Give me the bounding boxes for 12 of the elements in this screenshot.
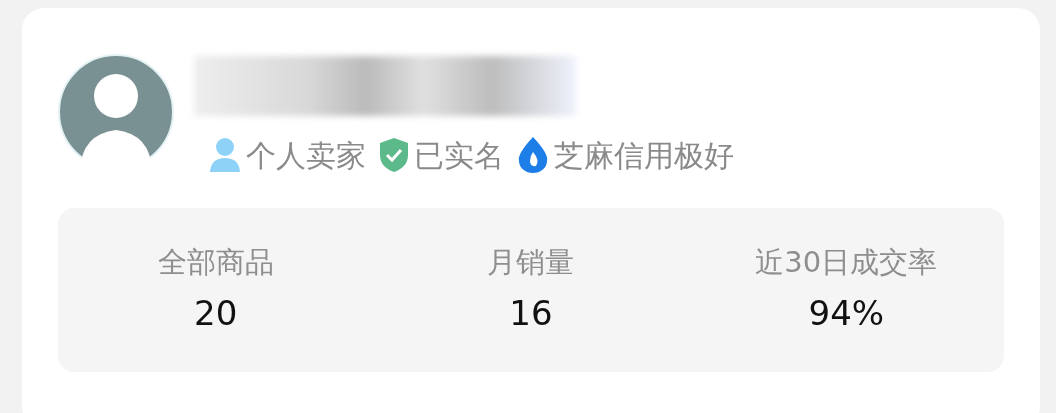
stat-label: 近30日成交率 <box>755 243 938 281</box>
badge-label: 已实名 <box>414 138 504 172</box>
badge-label: 芝麻信用极好 <box>554 138 734 172</box>
stat-value: 94% <box>808 292 885 336</box>
stat-value: 16 <box>509 292 553 336</box>
stat-label: 全部商品 <box>157 243 274 281</box>
badge-label: 个人卖家 <box>246 138 366 172</box>
person-icon <box>208 136 242 174</box>
drop-icon <box>516 136 550 174</box>
stat-label: 月销量 <box>487 243 575 281</box>
stat-value: 20 <box>194 292 238 336</box>
verified-shield-icon <box>378 137 410 173</box>
